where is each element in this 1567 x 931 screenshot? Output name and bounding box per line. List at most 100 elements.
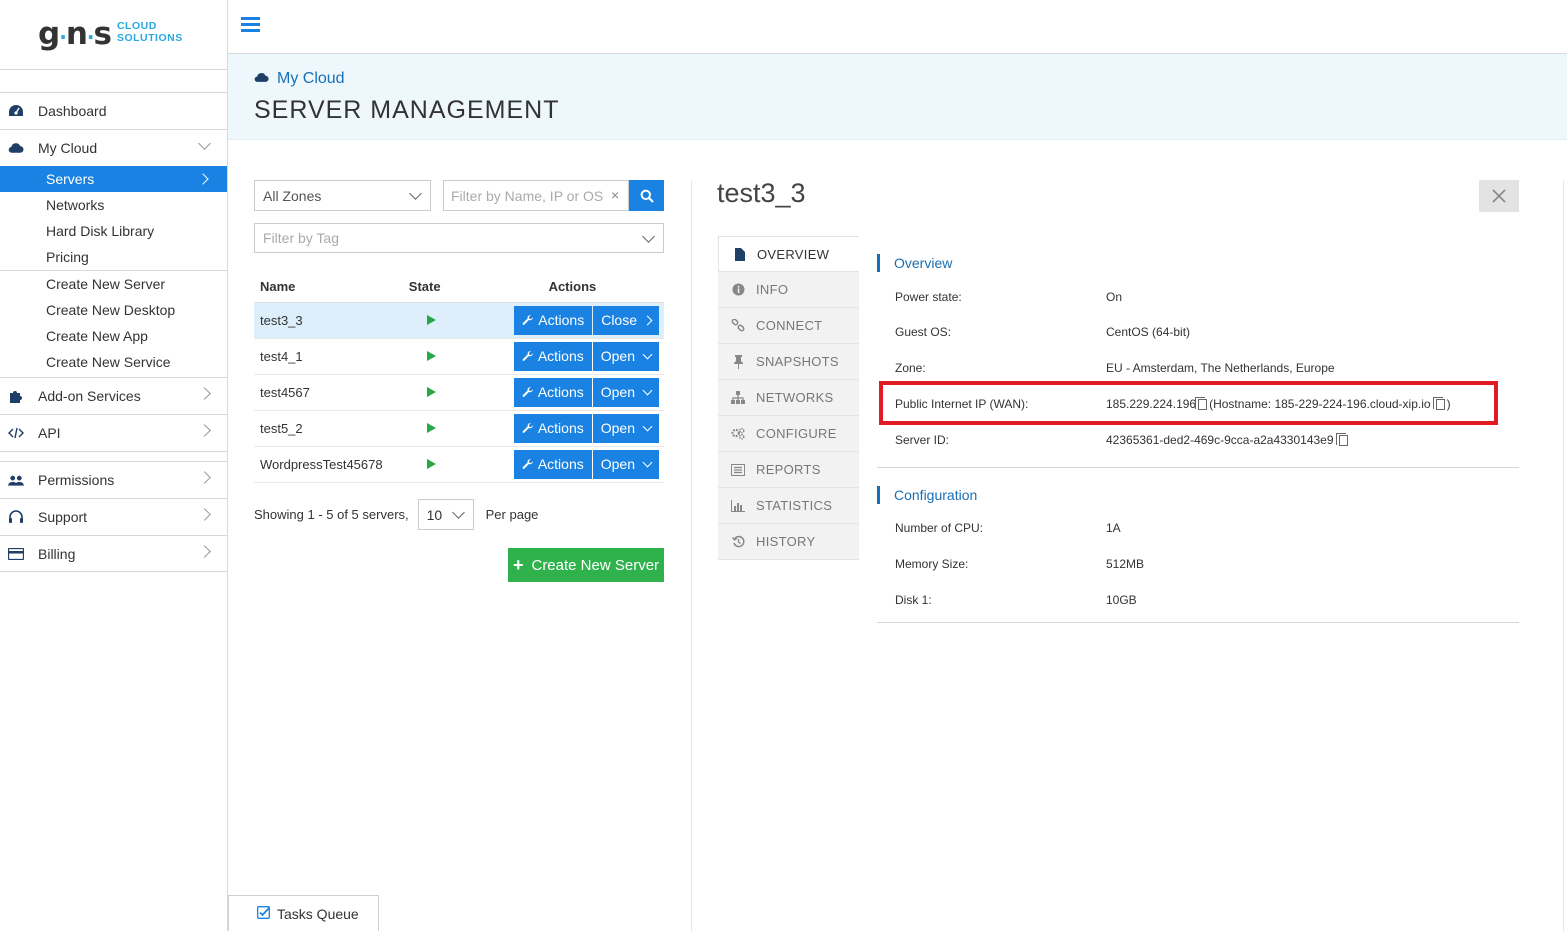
configuration-section-title: Configuration	[877, 486, 977, 504]
clear-search-icon[interactable]: ×	[611, 187, 619, 203]
logo-text: CLOUD SOLUTIONS	[116, 19, 183, 44]
sidebar-item-label: My Cloud	[38, 140, 98, 156]
open-details-button[interactable]: Open	[592, 449, 659, 479]
per-page-select[interactable]: 10	[417, 499, 474, 530]
tab-statistics[interactable]: STATISTICS	[718, 488, 859, 524]
tab-reports[interactable]: REPORTS	[718, 452, 859, 488]
copy-icon[interactable]	[1335, 432, 1348, 446]
open-details-button[interactable]: Open	[592, 413, 659, 443]
tab-networks[interactable]: NETWORKS	[718, 380, 859, 416]
overview-section-title: Overview	[877, 254, 952, 272]
create-new-server-button[interactable]: + Create New Server	[508, 548, 664, 582]
chevron-down-icon	[409, 187, 422, 200]
tab-history[interactable]: HISTORY	[718, 524, 859, 560]
table-row[interactable]: test4567 Actions Open	[254, 374, 664, 411]
table-row[interactable]: test3_3 Actions Close	[254, 302, 664, 339]
sidebar-item-networks[interactable]: Networks	[0, 192, 227, 218]
sidebar-item-pricing[interactable]: Pricing	[0, 244, 227, 270]
sidebar-item-add-on-services[interactable]: Add-on Services	[0, 377, 227, 414]
server-id-label: Server ID:	[895, 433, 950, 447]
chevron-down-icon	[642, 230, 655, 243]
cloud-icon	[8, 140, 24, 156]
sidebar-item-servers[interactable]: Servers	[0, 166, 227, 192]
chevron-right-icon	[197, 173, 209, 185]
sidebar-item-label: Support	[38, 509, 88, 525]
sidebar-item-billing[interactable]: Billing	[0, 535, 227, 572]
chevron-down-icon	[642, 385, 653, 395]
sidebar-item-dashboard[interactable]: Dashboard	[0, 92, 227, 129]
server-name[interactable]: test5_2	[254, 410, 409, 447]
open-details-button[interactable]: Open	[592, 377, 659, 407]
info-icon	[731, 283, 745, 296]
actions-button[interactable]: Actions	[513, 449, 592, 479]
table-row[interactable]: test4_1 Actions Open	[254, 338, 664, 375]
menu-toggle-icon[interactable]	[241, 17, 260, 32]
search-input[interactable]: Filter by Name, IP or OS	[443, 180, 629, 211]
sidebar-item-my-cloud[interactable]: My Cloud	[0, 129, 227, 166]
open-details-button[interactable]: Open	[592, 341, 659, 371]
brand-logo[interactable]: g·n·s CLOUD SOLUTIONS	[0, 0, 227, 70]
table-row[interactable]: test5_2 Actions Open	[254, 410, 664, 447]
pin-icon	[731, 354, 745, 369]
actions-button[interactable]: Actions	[514, 305, 593, 335]
chevron-down-icon	[642, 349, 653, 359]
toggle-label: Open	[600, 348, 635, 364]
zone-select-value: All Zones	[263, 188, 322, 204]
server-name[interactable]: test4_1	[254, 338, 409, 375]
search-button[interactable]	[629, 180, 664, 211]
sidebar-item-label: Billing	[38, 545, 76, 562]
tab-snapshots[interactable]: SNAPSHOTS	[718, 344, 859, 380]
sidebar-item-permissions[interactable]: Permissions	[0, 461, 227, 498]
zone-select[interactable]: All Zones	[254, 180, 431, 211]
close-details-button[interactable]: Close	[593, 305, 659, 335]
section-divider	[877, 467, 1519, 468]
actions-cell: Actions Open	[474, 410, 664, 447]
toggle-label: Open	[600, 420, 635, 436]
logo-mark: g·n·s	[38, 16, 112, 52]
top-bar	[228, 0, 1567, 54]
zone-label: Zone:	[895, 361, 926, 375]
sidebar-item-create-new-app[interactable]: Create New App	[0, 323, 227, 349]
actions-cell: Actions Open	[474, 338, 664, 375]
page-header: My Cloud SERVER MANAGEMENT	[228, 54, 1567, 140]
column-header-name[interactable]: Name	[254, 272, 409, 303]
tab-configure[interactable]: CONFIGURE	[718, 416, 859, 452]
actions-button[interactable]: Actions	[513, 341, 592, 371]
sidebar-item-create-new-server[interactable]: Create New Server	[0, 271, 227, 297]
tag-filter-select[interactable]: Filter by Tag	[254, 223, 664, 253]
sidebar-item-support[interactable]: Support	[0, 498, 227, 535]
zone-value: EU - Amsterdam, The Netherlands, Europe	[1106, 361, 1335, 375]
server-id-text[interactable]: 42365361-ded2-469c-9cca-a2a4330143e9	[1106, 433, 1334, 447]
table-row[interactable]: WordpressTest45678 Actions Open	[254, 446, 664, 483]
server-name[interactable]: test3_3	[254, 302, 409, 339]
running-play-icon	[426, 351, 436, 361]
column-header-state[interactable]: State	[408, 272, 475, 303]
disk-label: Disk 1:	[895, 593, 932, 607]
tab-label: NETWORKS	[756, 390, 834, 405]
server-name[interactable]: WordpressTest45678	[254, 446, 409, 483]
sidebar-item-api[interactable]: API	[0, 414, 227, 451]
tasks-queue-label: Tasks Queue	[277, 905, 359, 922]
close-detail-button[interactable]	[1479, 180, 1519, 212]
actions-button[interactable]: Actions	[513, 377, 592, 407]
state-cell	[408, 446, 475, 483]
showing-count: Showing 1 - 5 of 5 servers,	[254, 507, 409, 522]
cpu-value: 1A	[1106, 521, 1121, 535]
sidebar-item-create-new-desktop[interactable]: Create New Desktop	[0, 297, 227, 323]
tasks-queue-button[interactable]: Tasks Queue	[228, 895, 379, 931]
tab-connect[interactable]: CONNECT	[718, 308, 859, 344]
create-button-label: Create New Server	[531, 556, 660, 574]
sidebar-item-create-new-service[interactable]: Create New Service	[0, 349, 227, 375]
sidebar-item-hard-disk-library[interactable]: Hard Disk Library	[0, 218, 227, 244]
tab-label: SNAPSHOTS	[756, 354, 839, 369]
breadcrumb[interactable]: My Cloud	[254, 70, 345, 88]
tag-filter-placeholder: Filter by Tag	[263, 230, 339, 246]
server-name[interactable]: test4567	[254, 374, 409, 411]
document-icon	[732, 247, 746, 261]
tab-label: STATISTICS	[756, 498, 833, 513]
history-icon	[731, 535, 745, 548]
actions-button[interactable]: Actions	[513, 413, 592, 443]
tab-info[interactable]: INFO	[718, 272, 859, 308]
tab-overview[interactable]: OVERVIEW	[718, 236, 859, 272]
actions-label: Actions	[537, 456, 584, 472]
